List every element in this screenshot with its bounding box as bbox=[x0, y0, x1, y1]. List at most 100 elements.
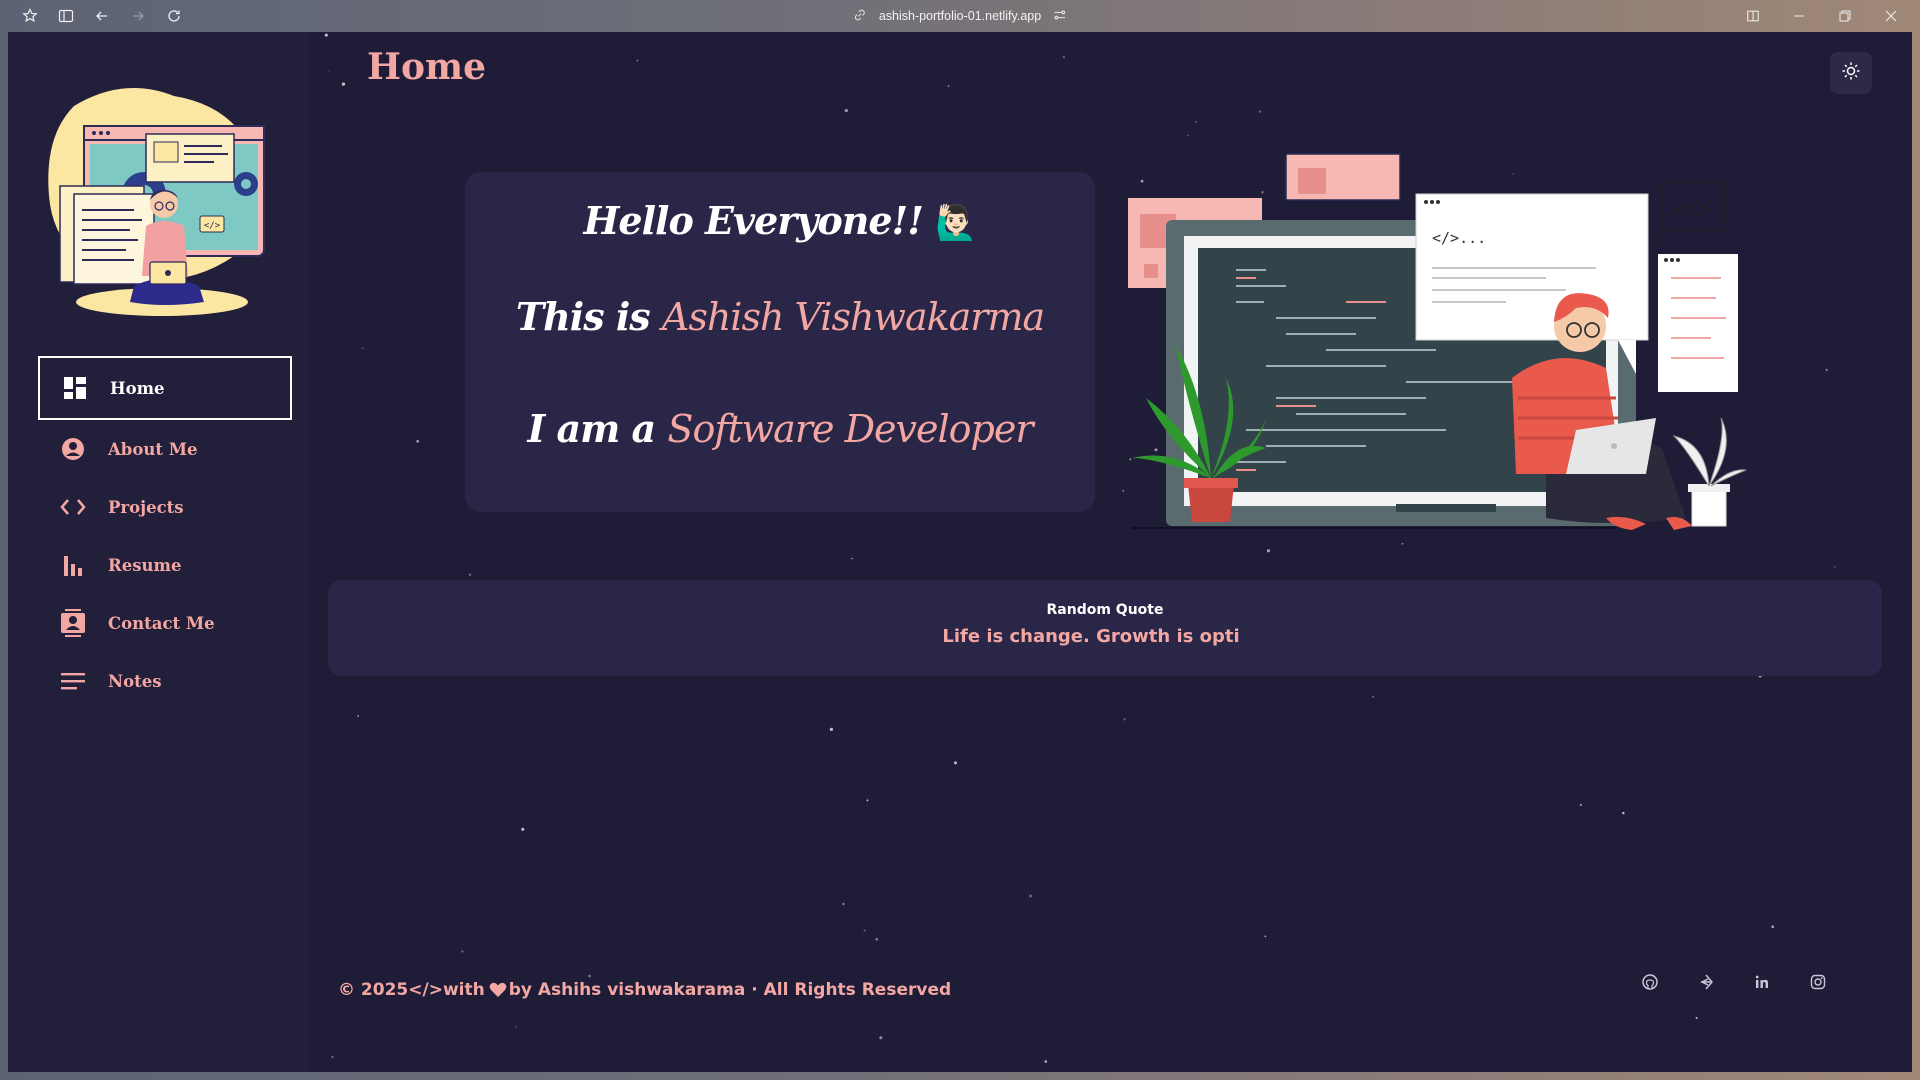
developer-illustration-logo: </> bbox=[48, 88, 265, 316]
intro-line: This is Ashish Vishwakarma bbox=[465, 294, 1095, 339]
random-quote-card: Random Quote Life is change. Growth is o… bbox=[328, 580, 1882, 676]
github-icon[interactable] bbox=[1640, 972, 1660, 992]
name-text: Ashish Vishwakarma bbox=[661, 295, 1045, 339]
star-dot bbox=[1622, 811, 1625, 815]
star-dot bbox=[1579, 803, 1583, 807]
user-circle-icon bbox=[60, 436, 86, 462]
page-title: Home bbox=[367, 46, 487, 88]
footer-year: © 2025 bbox=[338, 980, 409, 1000]
star-dot bbox=[362, 347, 364, 349]
greeting-line: Hello Everyone!! 🙋🏻‍♂️ bbox=[465, 198, 1095, 243]
sidebar-nav: Home About Me Projects Resume Contact Me… bbox=[38, 356, 292, 710]
star-dot bbox=[468, 573, 472, 577]
waving-person-emoji: 🙋🏻‍♂️ bbox=[935, 203, 977, 243]
footer-with: with bbox=[442, 980, 485, 1000]
role-line: I am a Software Developer bbox=[465, 406, 1095, 451]
bar-chart-icon bbox=[60, 552, 86, 578]
heart-icon bbox=[489, 982, 507, 998]
forward-icon[interactable] bbox=[120, 0, 156, 32]
developer-hero-illustration: </>... </> bbox=[1128, 153, 1747, 530]
back-icon[interactable] bbox=[84, 0, 120, 32]
intro-prefix: This is bbox=[515, 294, 651, 339]
star-dot bbox=[357, 715, 359, 717]
sidebar: </> Home About Me Projects Resume Contac… bbox=[8, 32, 308, 1072]
star-dot bbox=[851, 557, 853, 560]
intro-card: Hello Everyone!! 🙋🏻‍♂️ This is Ashish Vi… bbox=[465, 172, 1095, 512]
star-dot bbox=[1372, 695, 1374, 698]
social-links bbox=[1640, 972, 1828, 992]
restore-icon[interactable] bbox=[1822, 0, 1868, 32]
footer-author: by Ashihs vishwakarama · All Rights Rese… bbox=[508, 980, 952, 1000]
star-dot bbox=[636, 59, 639, 62]
star-dot bbox=[1258, 110, 1261, 113]
code-icon bbox=[60, 494, 86, 520]
svg-text:</>: </> bbox=[1675, 197, 1711, 221]
star-dot bbox=[324, 33, 328, 37]
reload-icon[interactable] bbox=[156, 0, 192, 32]
sidebar-item-projects[interactable]: Projects bbox=[38, 478, 292, 536]
star-dot bbox=[331, 1055, 334, 1059]
star-dot bbox=[879, 1036, 883, 1040]
star-dot bbox=[844, 108, 848, 113]
star-dot bbox=[588, 974, 591, 978]
site-settings-icon[interactable] bbox=[1053, 8, 1067, 25]
minimize-icon[interactable] bbox=[1776, 0, 1822, 32]
extensions-icon[interactable] bbox=[12, 0, 48, 32]
star-dot bbox=[521, 827, 525, 831]
star-dot bbox=[1266, 549, 1271, 553]
sidebar-item-contact-me[interactable]: Contact Me bbox=[38, 594, 292, 652]
star-dot bbox=[416, 439, 420, 443]
sidebar-item-label: About Me bbox=[108, 439, 198, 459]
dashboard-icon bbox=[62, 375, 88, 401]
quote-text: Life is change. Growth is opti bbox=[942, 626, 1240, 647]
svg-text:</>: </> bbox=[204, 221, 221, 231]
browser-nav-controls bbox=[12, 0, 192, 32]
theme-toggle-button[interactable] bbox=[1830, 52, 1872, 94]
url-text[interactable]: ashish-portfolio-01.netlify.app bbox=[879, 9, 1041, 23]
star-dot bbox=[1062, 56, 1065, 59]
sidebar-item-label: Contact Me bbox=[108, 613, 215, 633]
star-dot bbox=[863, 929, 866, 932]
star-dot bbox=[1771, 925, 1775, 929]
footer-code-symbol: </> bbox=[408, 980, 443, 1000]
star-dot bbox=[875, 937, 878, 941]
window-controls bbox=[1730, 0, 1914, 32]
close-icon[interactable] bbox=[1868, 0, 1914, 32]
svg-text:</>...: </>... bbox=[1432, 229, 1486, 247]
codechef-icon[interactable] bbox=[1696, 972, 1716, 992]
sidebar-item-about-me[interactable]: About Me bbox=[38, 420, 292, 478]
star-dot bbox=[1123, 718, 1126, 721]
linkedin-icon[interactable] bbox=[1752, 972, 1772, 992]
footer-copyright: © 2025 </> with by Ashihs vishwakarama ·… bbox=[338, 980, 951, 1000]
sidebar-item-resume[interactable]: Resume bbox=[38, 536, 292, 594]
star-dot bbox=[829, 727, 834, 732]
sidebar-toggle-icon[interactable] bbox=[48, 0, 84, 32]
star-dot bbox=[1044, 1060, 1048, 1063]
instagram-icon[interactable] bbox=[1808, 972, 1828, 992]
address-bar[interactable]: ashish-portfolio-01.netlify.app bbox=[853, 0, 1067, 32]
link-icon bbox=[853, 8, 867, 25]
role-text: Software Developer bbox=[667, 407, 1033, 451]
star-dot bbox=[341, 82, 346, 86]
star-dot bbox=[1122, 490, 1125, 492]
star-dot bbox=[954, 761, 957, 765]
sidebar-item-label: Resume bbox=[108, 555, 182, 575]
contact-card-icon bbox=[60, 609, 86, 637]
star-dot bbox=[461, 950, 464, 953]
star-dot bbox=[866, 799, 869, 802]
quote-title: Random Quote bbox=[1046, 602, 1164, 618]
sidebar-item-label: Notes bbox=[108, 671, 162, 691]
star-dot bbox=[1695, 1016, 1698, 1019]
sidebar-item-notes[interactable]: Notes bbox=[38, 652, 292, 710]
star-dot bbox=[1834, 566, 1836, 568]
star-dot bbox=[1825, 368, 1828, 371]
star-dot bbox=[515, 1026, 517, 1028]
sidebar-item-label: Home bbox=[110, 378, 165, 398]
star-dot bbox=[842, 902, 845, 906]
split-view-icon[interactable] bbox=[1730, 0, 1776, 32]
star-dot bbox=[947, 85, 950, 88]
greeting-text: Hello Everyone!! bbox=[583, 198, 924, 243]
sidebar-item-home[interactable]: Home bbox=[38, 356, 292, 420]
star-dot bbox=[1401, 542, 1404, 545]
star-dot bbox=[1264, 935, 1267, 938]
